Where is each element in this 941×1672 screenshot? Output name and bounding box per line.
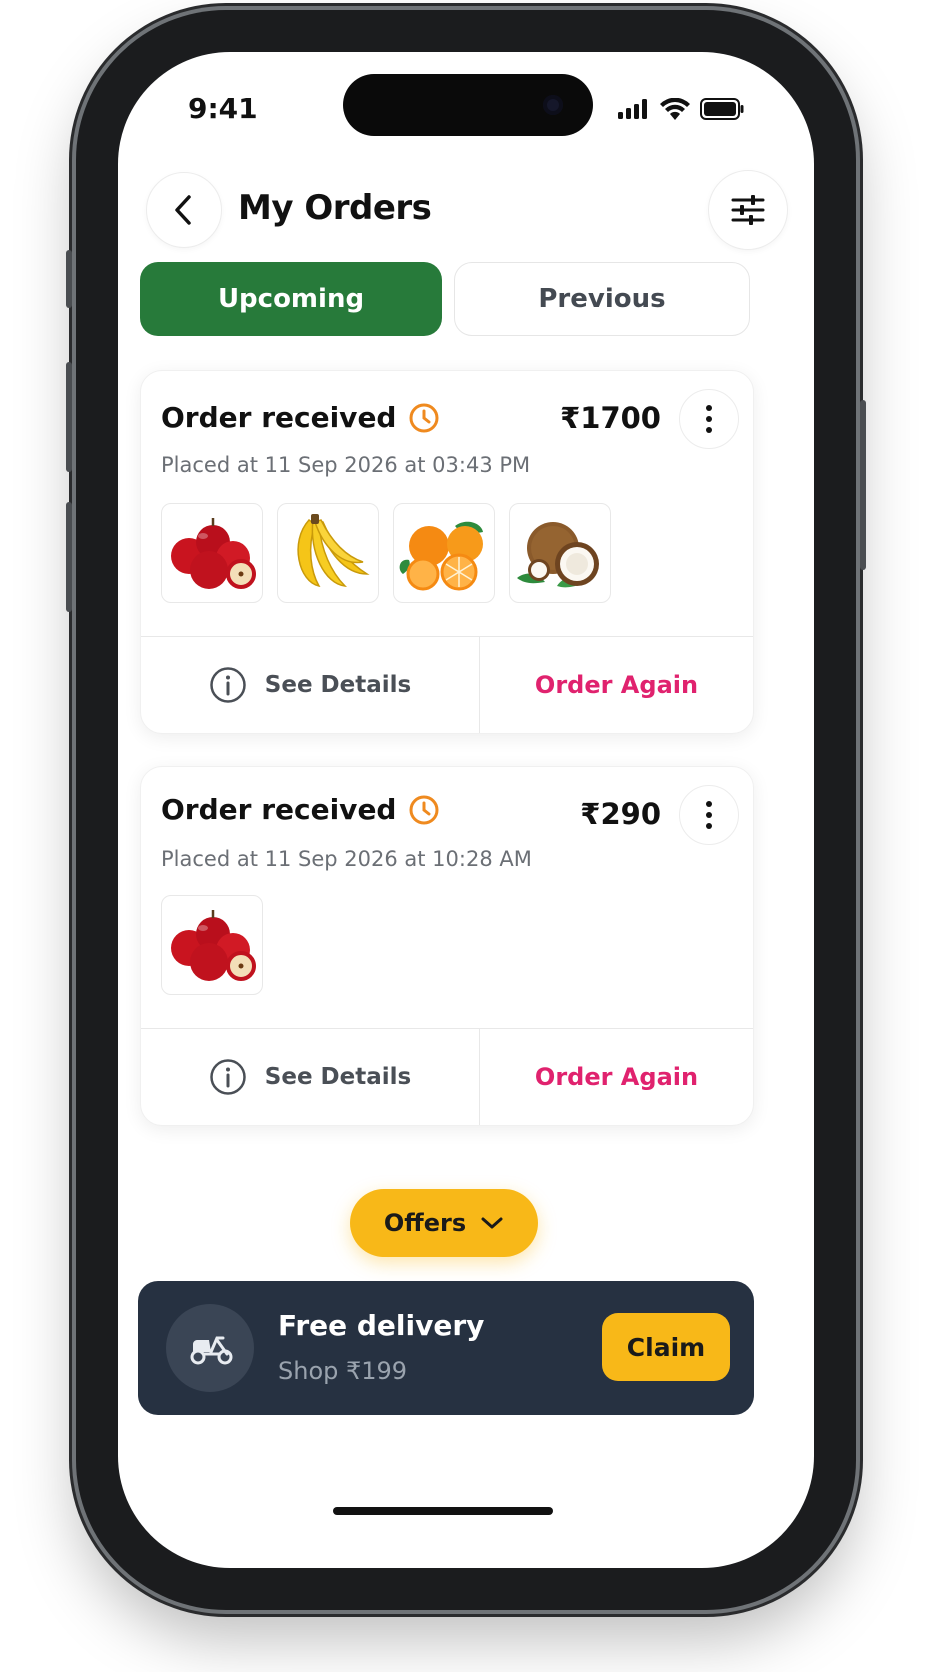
phone-frame: 9:41 My Orders Upcoming Previous Order r… [66, 10, 866, 1610]
sliders-icon [731, 195, 765, 225]
item-thumb-apples[interactable] [161, 895, 263, 995]
order-tabs: Upcoming Previous [140, 262, 754, 340]
bananas-image [297, 514, 370, 588]
order-card: Order received ₹290 Placed at 11 Sep 202… [140, 766, 754, 1126]
claim-button[interactable]: Claim [602, 1313, 730, 1381]
scooter-icon [190, 1336, 233, 1365]
back-button[interactable] [146, 172, 222, 248]
order-actions: See Details Order Again [141, 636, 753, 733]
screen: 9:41 My Orders Upcoming Previous Order r… [118, 52, 814, 1568]
offers-button[interactable]: Offers [350, 1189, 538, 1257]
free-delivery-banner: Free delivery Shop ₹199 Claim [138, 1281, 754, 1415]
order-date: Placed at 11 Sep 2026 at 03:43 PM [161, 453, 531, 477]
see-details-button[interactable]: See Details [141, 637, 480, 733]
chevron-left-icon [175, 195, 191, 225]
clock-icon [409, 403, 439, 432]
status-time: 9:41 [188, 92, 258, 125]
order-items [161, 503, 611, 603]
order-date: Placed at 11 Sep 2026 at 10:28 AM [161, 847, 532, 871]
dynamic-island [343, 74, 593, 136]
promo-icon-circle [166, 1304, 254, 1392]
see-details-label: See Details [264, 1064, 412, 1090]
apples-image [171, 518, 256, 589]
home-indicator[interactable] [333, 1507, 553, 1515]
action-button [66, 250, 72, 308]
battery-icon [700, 98, 744, 120]
order-card: Order received ₹1700 Placed at 11 Sep 20… [140, 370, 754, 734]
power-button [860, 400, 866, 570]
chevron-down-icon [481, 1217, 503, 1229]
more-options-button[interactable] [679, 785, 739, 845]
order-items [161, 895, 263, 995]
order-price: ₹1700 [560, 401, 661, 435]
order-actions: See Details Order Again [141, 1028, 753, 1125]
status-icons [618, 98, 744, 120]
item-thumb-coconut[interactable] [509, 503, 611, 603]
see-details-button[interactable]: See Details [141, 1029, 480, 1125]
offers-label: Offers [383, 1209, 467, 1237]
order-status-label: Order received [161, 401, 397, 434]
header: My Orders [146, 170, 788, 252]
order-status-label: Order received [161, 793, 397, 826]
clock-icon [409, 795, 439, 824]
order-again-button[interactable]: Order Again [480, 1029, 753, 1125]
volume-down-button [66, 502, 72, 612]
apples-image [171, 910, 256, 981]
item-thumb-bananas[interactable] [277, 503, 379, 603]
signal-icon [618, 99, 647, 119]
item-thumb-oranges[interactable] [393, 503, 495, 603]
see-details-label: See Details [264, 672, 412, 698]
item-thumb-apples[interactable] [161, 503, 263, 603]
order-again-button[interactable]: Order Again [480, 637, 753, 733]
promo-subtitle: Shop ₹199 [278, 1357, 408, 1385]
order-price: ₹290 [580, 797, 661, 831]
info-icon [210, 1059, 246, 1095]
tab-previous[interactable]: Previous [454, 262, 750, 336]
order-status: Order received [161, 401, 440, 434]
oranges-image [399, 521, 483, 591]
promo-title: Free delivery [278, 1309, 485, 1342]
order-status: Order received [161, 793, 440, 826]
more-options-button[interactable] [679, 389, 739, 449]
tab-upcoming[interactable]: Upcoming [140, 262, 442, 336]
coconut-image [517, 522, 599, 588]
wifi-icon [660, 98, 690, 120]
filter-button[interactable] [708, 170, 788, 250]
camera-icon [543, 95, 563, 115]
page-title: My Orders [238, 188, 432, 228]
volume-up-button [66, 362, 72, 472]
info-icon [210, 667, 246, 703]
